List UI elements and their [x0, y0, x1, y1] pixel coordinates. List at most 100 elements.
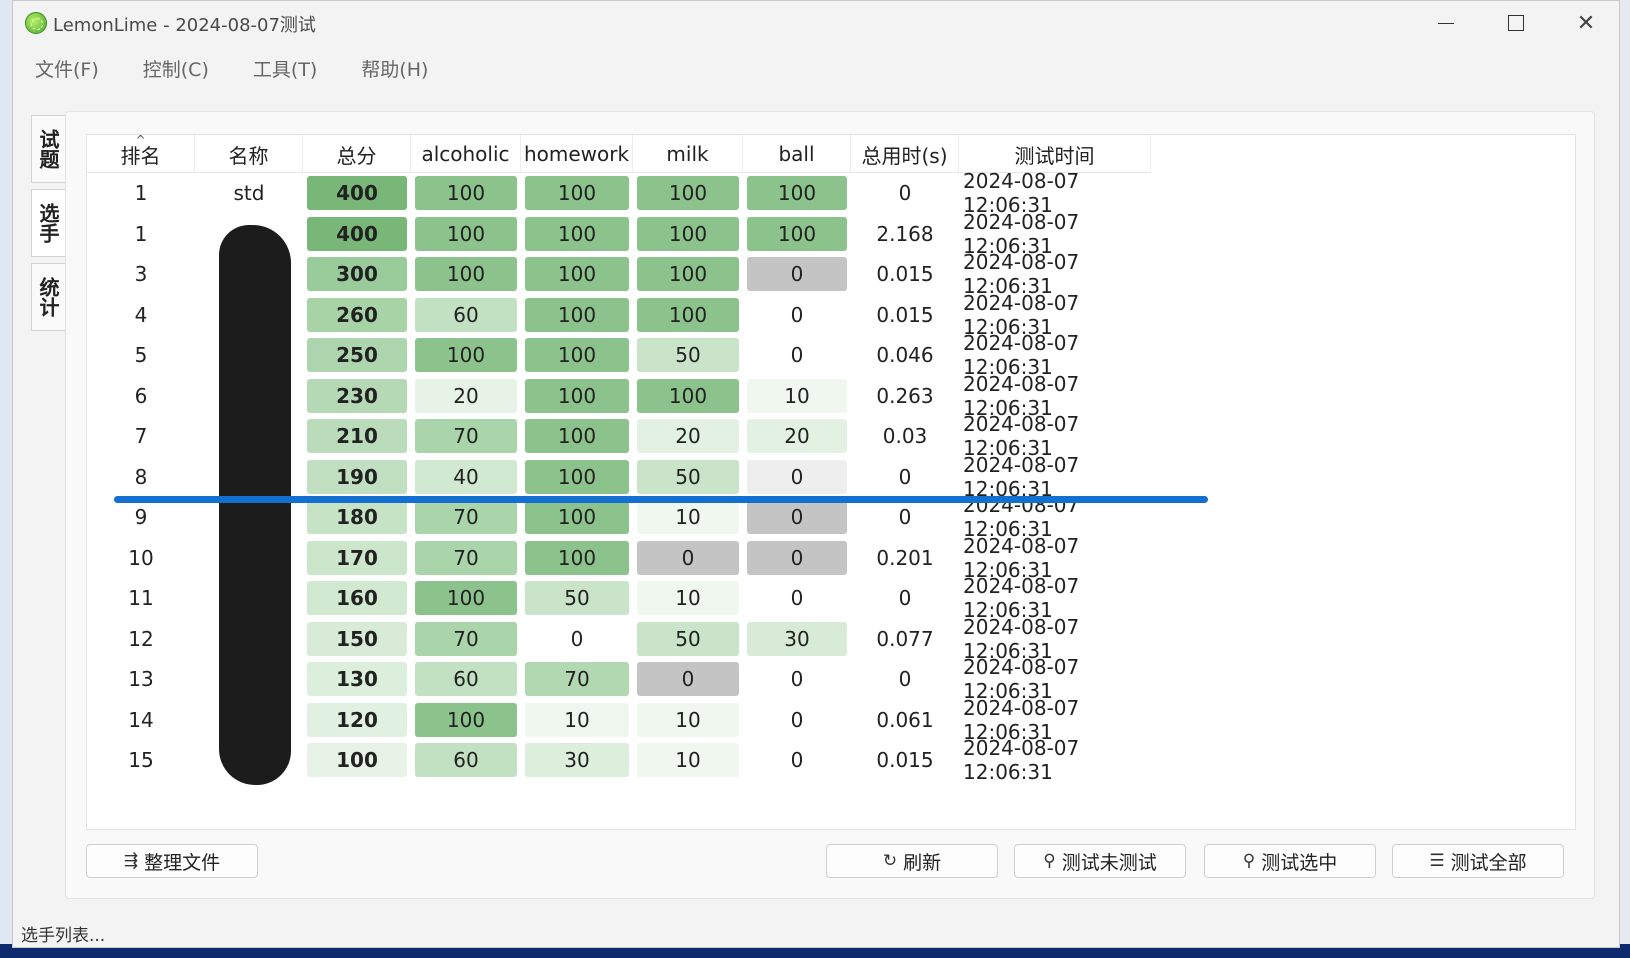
annotation-divider-line [114, 496, 1208, 503]
column-header[interactable]: 总分 [303, 135, 411, 173]
cell-value: 2024-08-07 12:06:31 [963, 371, 1080, 420]
table-cell: 12 [87, 619, 195, 660]
table-cell: 100 [743, 214, 851, 255]
table-cell: 0 [743, 740, 851, 781]
column-header[interactable]: 总用时(s) [851, 135, 959, 173]
table-cell: 100 [633, 254, 743, 295]
table-cell: 4 [87, 295, 195, 336]
menu-file[interactable]: 文件(F) [13, 49, 121, 89]
cell-value: 2024-08-07 12:06:31 [963, 614, 1080, 663]
results-table[interactable]: 排名 ^ 名称 总分 alcoholic homework milk ball 总用时(s) 测试… [86, 133, 1576, 830]
column-header[interactable]: 名称 [195, 135, 303, 173]
cell-value: 170 [307, 540, 407, 575]
cell-value: 3 [134, 262, 148, 287]
cell-value: 0 [747, 459, 847, 494]
cell-value: 100 [525, 459, 629, 494]
cell-value: 100 [415, 176, 517, 211]
cell-value: 0.03 [882, 424, 928, 449]
table-cell: 0 [743, 457, 851, 498]
redacted-names-overlay [219, 225, 291, 785]
test-untested-button[interactable]: ⚲ 测试未测试 [1014, 844, 1186, 878]
table-row[interactable]: 1 std 400 100 100 100 100 0 2024-08-07 12:06:31 [87, 169, 1151, 217]
cell-value: 1 [134, 221, 148, 246]
tab-contestants[interactable]: 选手 [31, 189, 65, 257]
cell-value: 10 [637, 500, 739, 535]
cell-value: 0.046 [876, 343, 934, 368]
table-cell: 9 [87, 497, 195, 538]
close-button[interactable]: ✕ [1551, 1, 1621, 45]
cell-value: 2024-08-07 12:06:31 [963, 533, 1080, 582]
test-selected-button[interactable]: ⚲ 测试选中 [1204, 844, 1376, 878]
table-cell: 2024-08-07 12:06:31 [959, 371, 1151, 420]
column-header[interactable]: 排名 ^ [87, 133, 195, 173]
test-selected-label: 测试选中 [1261, 851, 1338, 874]
organize-icon: ⇶ [123, 851, 139, 871]
cell-value: 2024-08-07 12:06:31 [963, 290, 1080, 339]
cell-value: 20 [415, 378, 517, 413]
table-cell: 0.077 [851, 619, 959, 660]
table-cell: 2024-08-07 12:06:31 [959, 574, 1151, 622]
table-header-row: 排名 ^ 名称 总分 alcoholic homework milk ball 总用时(s) 测试… [87, 133, 1151, 173]
table-cell: 60 [411, 740, 521, 781]
tab-statistics[interactable]: 统计 [31, 263, 65, 331]
title-bar[interactable]: LemonLime - 2024-08-07测试 ✕ [13, 1, 1619, 45]
sort-ascending-icon: ^ [135, 133, 146, 147]
table-cell: 100 [633, 214, 743, 255]
tab-problems[interactable]: 试题 [31, 115, 65, 183]
cell-value: 70 [525, 662, 629, 697]
table-cell: 230 [303, 376, 411, 417]
table-cell: 0.015 [851, 295, 959, 336]
table-cell: 2024-08-07 12:06:31 [959, 290, 1151, 339]
cell-value: 1 [134, 181, 148, 206]
cell-value: 6 [134, 383, 148, 408]
cell-value: 0 [898, 586, 912, 611]
table-cell: 100 [411, 254, 521, 295]
table-cell: 100 [521, 295, 633, 336]
column-header[interactable]: alcoholic [411, 135, 521, 173]
table-cell: 50 [521, 578, 633, 619]
menu-control[interactable]: 控制(C) [121, 49, 231, 89]
table-cell: 13 [87, 659, 195, 700]
contestant-panel: 排名 ^ 名称 总分 alcoholic homework milk ball 总用时(s) 测试… [65, 111, 1595, 899]
organize-files-button[interactable]: ⇶ 整理文件 [86, 844, 258, 878]
refresh-button[interactable]: ↻ 刷新 [826, 844, 998, 878]
cell-value: 0.201 [876, 545, 934, 570]
table-cell: 0 [521, 619, 633, 660]
cell-value: 400 [307, 216, 407, 251]
table-cell: 7 [87, 416, 195, 457]
column-header[interactable]: homework [521, 135, 633, 173]
table-cell: 0 [743, 578, 851, 619]
cell-value: 0 [570, 626, 584, 651]
table-cell: 100 [521, 457, 633, 498]
cell-value: 100 [415, 216, 517, 251]
cell-value: 15 [128, 748, 154, 773]
minimize-button[interactable] [1411, 1, 1481, 45]
table-cell: 210 [303, 416, 411, 457]
table-cell: 180 [303, 497, 411, 538]
cell-value: 100 [415, 338, 517, 373]
menu-tools[interactable]: 工具(T) [231, 49, 339, 89]
table-cell: 400 [303, 173, 411, 214]
column-header[interactable]: 测试时间 [959, 135, 1151, 173]
column-header[interactable]: ball [743, 135, 851, 173]
cell-value: 400 [307, 176, 407, 211]
column-header[interactable]: milk [633, 135, 743, 173]
search-icon: ⚲ [1242, 851, 1256, 871]
table-cell: 10 [743, 376, 851, 417]
cell-value: 70 [415, 540, 517, 575]
menu-help[interactable]: 帮助(H) [339, 49, 450, 89]
refresh-icon: ↻ [882, 851, 898, 871]
test-all-button[interactable]: ☰ 测试全部 [1392, 844, 1564, 878]
cell-value: 40 [415, 459, 517, 494]
table-cell: 0 [743, 497, 851, 538]
table-cell: 2024-08-07 12:06:31 [959, 169, 1151, 217]
cell-value: 10 [637, 702, 739, 737]
cell-value: 100 [525, 540, 629, 575]
cell-value: 100 [307, 743, 407, 778]
table-cell: 0 [851, 173, 959, 214]
maximize-button[interactable] [1481, 1, 1551, 45]
cell-value: 0 [790, 343, 804, 368]
cell-value: 70 [415, 419, 517, 454]
table-cell: 2024-08-07 12:06:31 [959, 696, 1151, 744]
table-cell: 130 [303, 659, 411, 700]
